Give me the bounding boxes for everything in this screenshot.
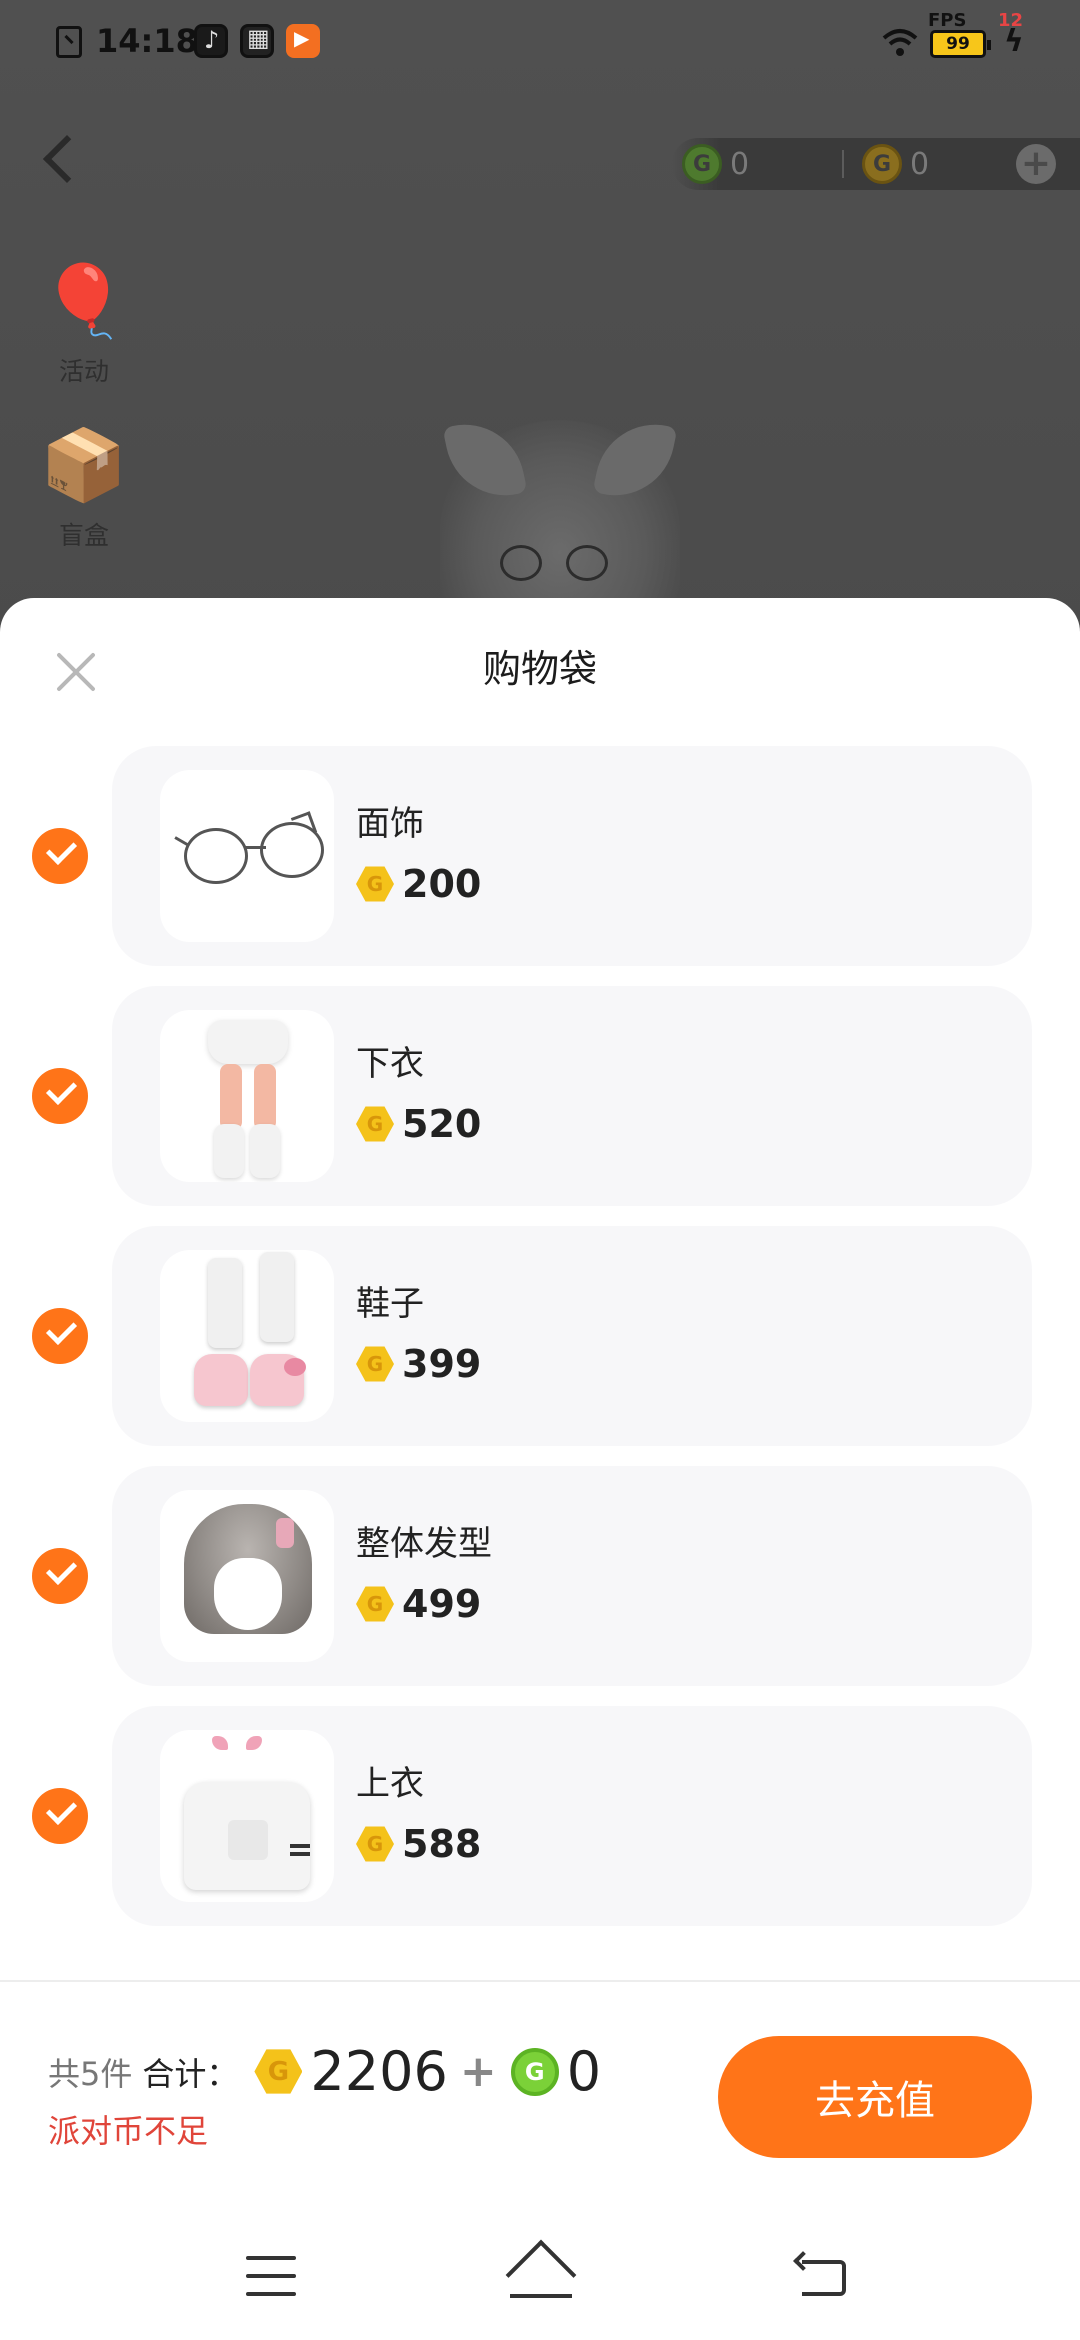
green-coin-value: 0 [730, 146, 750, 182]
shoes-image [190, 1252, 310, 1418]
item-name: 下衣 [356, 1044, 424, 1084]
tiktok-app-icon [194, 24, 228, 58]
add-currency-icon[interactable]: + [1016, 144, 1056, 184]
checkbox-checked-icon[interactable] [32, 1068, 88, 1124]
item-thumbnail-bottoms [160, 1010, 334, 1182]
checkbox-checked-icon[interactable] [32, 1308, 88, 1364]
hot-air-balloon-icon: 🎈 [40, 259, 128, 342]
back-arrow-icon[interactable] [34, 128, 84, 198]
checkbox-checked-icon[interactable] [32, 828, 88, 884]
item-price-value: 520 [402, 1102, 482, 1146]
currency-divider [842, 150, 844, 178]
total-label: 合计： [142, 2054, 239, 2093]
no-sim-icon [56, 26, 82, 58]
item-price-value: 499 [402, 1582, 482, 1626]
cart-item-row: 面饰 200 [0, 746, 1080, 966]
avatar-cat-ear [592, 413, 678, 507]
wifi-icon [882, 29, 918, 56]
item-name: 面饰 [356, 804, 424, 844]
item-price-value: 200 [402, 862, 482, 906]
item-price: 588 [356, 1822, 481, 1866]
item-thumbnail-glasses [160, 770, 334, 942]
menu-icon[interactable] [246, 2256, 296, 2296]
item-count: 共5件 [48, 2054, 133, 2093]
fps-label: FPS [928, 10, 967, 31]
home-icon[interactable] [505, 2239, 577, 2311]
item-price: 200 [356, 862, 481, 906]
item-price-value: 588 [402, 1822, 482, 1866]
item-thumbnail-hairstyle [160, 1490, 334, 1662]
sheet-title: 购物袋 [482, 647, 597, 691]
battery-icon: 99 [930, 30, 991, 58]
cart-item-card[interactable]: 整体发型 499 [112, 1466, 1032, 1686]
app-notification-icon [240, 24, 274, 58]
avatar-glasses [500, 545, 620, 585]
plus-sign: + [459, 2046, 497, 2097]
status-bar: 14:18 FPS 12 99 ϟ [0, 0, 1080, 84]
top-image [172, 1734, 322, 1900]
green-coin-icon [510, 2047, 559, 2096]
currency-bar: G 0 G 0 + [672, 138, 1080, 190]
item-thumbnail-top [160, 1730, 334, 1902]
side-button-activity[interactable]: 🎈 活动 [34, 256, 134, 396]
gold-coin-icon [356, 1106, 394, 1142]
background-game-screen: 14:18 FPS 12 99 ϟ G 0 G 0 + 🎈 活动 📦 盲盒 [0, 0, 1080, 640]
video-app-icon [286, 24, 320, 58]
cart-item-card[interactable]: 上衣 588 [112, 1706, 1032, 1926]
cart-item-card[interactable]: 鞋子 399 [112, 1226, 1032, 1446]
green-total: 0 [566, 2040, 602, 2103]
item-price: 520 [356, 1102, 481, 1146]
side-button-label: 活动 [58, 357, 109, 386]
bottoms-image [198, 1020, 298, 1180]
gold-coin-icon [356, 1346, 394, 1382]
gold-coin-icon [356, 866, 394, 902]
gold-total: 2206 [310, 2040, 448, 2103]
avatar-cat-ear [442, 413, 528, 507]
cart-item-row: 鞋子 399 [0, 1226, 1080, 1446]
back-icon[interactable] [793, 2251, 852, 2298]
cart-item-row: 整体发型 499 [0, 1466, 1080, 1686]
item-price-value: 399 [402, 1342, 482, 1386]
gold-coin-icon [254, 2049, 303, 2094]
gold-coin-icon: G [862, 144, 902, 184]
item-price: 499 [356, 1582, 481, 1626]
navigation-bar [0, 2200, 1080, 2340]
green-currency: G 0 [682, 144, 749, 184]
item-name: 上衣 [356, 1764, 424, 1804]
checkbox-checked-icon[interactable] [32, 1788, 88, 1844]
side-button-blind-box[interactable]: 📦 盲盒 [34, 420, 134, 560]
item-thumbnail-shoes [160, 1250, 334, 1422]
item-name: 鞋子 [356, 1284, 424, 1324]
item-price: 399 [356, 1342, 481, 1386]
glasses-image [174, 811, 324, 890]
hairstyle-image [176, 1498, 320, 1658]
item-name: 整体发型 [356, 1524, 492, 1564]
green-coin-icon: G [682, 144, 722, 184]
cart-item-card[interactable]: 面饰 200 [112, 746, 1032, 966]
cart-item-card[interactable]: 下衣 520 [112, 986, 1032, 1206]
cart-item-row: 上衣 588 [0, 1706, 1080, 1926]
gold-currency: G 0 [862, 144, 929, 184]
recharge-button[interactable]: 去充值 [718, 2036, 1032, 2158]
gold-coin-icon [356, 1826, 394, 1862]
blind-box-icon: 📦 [40, 423, 128, 506]
checkbox-checked-icon[interactable] [32, 1548, 88, 1604]
charging-bolt-icon: ϟ [1004, 24, 1024, 59]
gold-coin-value: 0 [910, 146, 930, 182]
gold-coin-icon [356, 1586, 394, 1622]
order-summary: 共5件 合计： 2206 + 0 [48, 2040, 601, 2103]
cart-item-row: 下衣 520 [0, 986, 1080, 1206]
side-button-label: 盲盒 [58, 521, 109, 550]
footer-divider [0, 1980, 1080, 1982]
insufficient-balance-warning: 派对币不足 [48, 2112, 209, 2150]
status-time: 14:18 [96, 22, 198, 60]
